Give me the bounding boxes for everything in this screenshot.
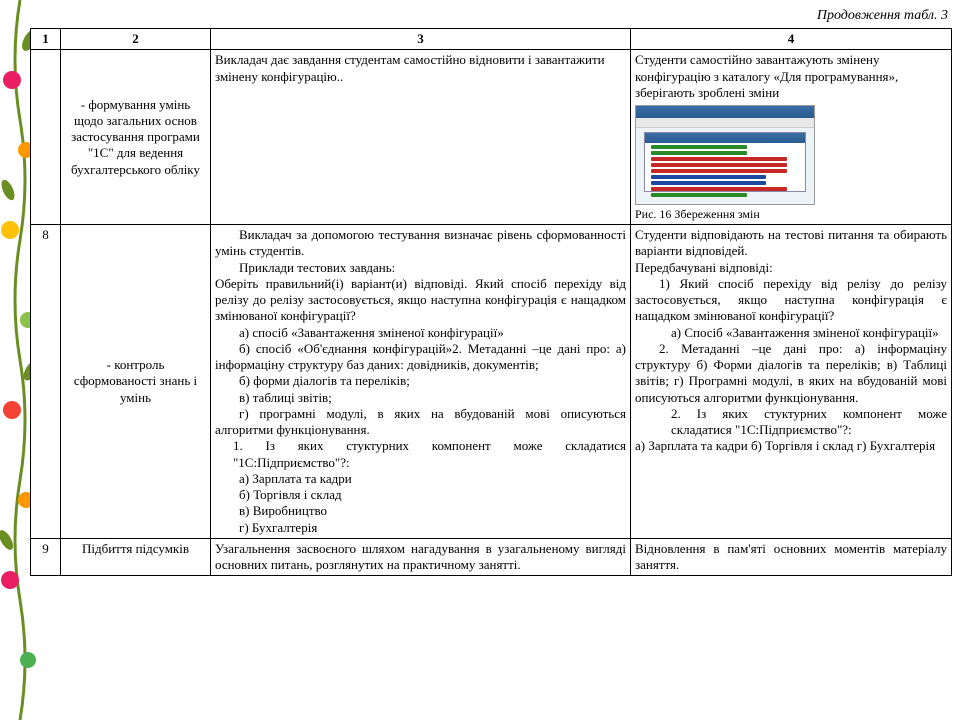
row-8: 8 - контроль сформованості знань і умінь… [31, 225, 952, 539]
row-9: 9 Підбиття підсумків Узагальнення засвоє… [31, 538, 952, 576]
r8c4-p2: Передбачувані відповіді: [635, 260, 947, 276]
r8c3-b4: г) програмні модулі, в яких на вбудовані… [215, 406, 626, 439]
header-4: 4 [631, 29, 952, 50]
cell-4-text: Студенти самостійно завантажують змінену… [635, 52, 947, 101]
row9-col4: Відновлення в пам'яті основних моментів … [631, 538, 952, 576]
r8c3-a: а) спосіб «Завантаження зміненої конфігу… [215, 325, 626, 341]
r8c3-q1c: в) Виробництво [215, 503, 626, 519]
row8-col2: - контроль сформованості знань і умінь [61, 225, 211, 539]
row-continuation: - формування умінь щодо загальних основ … [31, 50, 952, 225]
r8c3-p3: Оберіть правильний(і) варіант(и) відпові… [215, 276, 626, 325]
screenshot-thumbnail [635, 105, 815, 205]
r8c3-p2: Приклади тестових завдань: [215, 260, 626, 276]
r8c3-b2: б) форми діалогів та переліків; [215, 373, 626, 389]
cell-3: Викладач дає завдання студентам самостій… [211, 50, 631, 225]
header-1: 1 [31, 29, 61, 50]
r8c4-q2a: а) Зарплата та кадри б) Торгівля і склад… [635, 438, 947, 454]
row8-num: 8 [31, 225, 61, 539]
table-caption: Продовження табл. 3 [30, 8, 948, 24]
header-row: 1 2 3 4 [31, 29, 952, 50]
r8c3-q1b: б) Торгівля і склад [215, 487, 626, 503]
row9-col2: Підбиття підсумків [61, 538, 211, 576]
r8c3-p1: Викладач за допомогою тестування визнача… [215, 227, 626, 260]
cell-1 [31, 50, 61, 225]
row9-num: 9 [31, 538, 61, 576]
header-3: 3 [211, 29, 631, 50]
r8c4-p1: Студенти відповідають на тестові питання… [635, 227, 947, 260]
r8c4-p4: 2. Метаданні –це дані про: а) інформацін… [635, 341, 947, 406]
page-content: Продовження табл. 3 1 2 3 4 - формування… [30, 8, 952, 576]
figure-caption: Рис. 16 Збереження змін [635, 207, 947, 222]
cell-2: - формування умінь щодо загальних основ … [61, 50, 211, 225]
row9-col3: Узагальнення засвоєного шляхом нагадуван… [211, 538, 631, 576]
r8c4-a: а) Спосіб «Завантаження зміненої конфігу… [635, 325, 947, 341]
r8c3-q1a: а) Зарплата та кадри [215, 471, 626, 487]
r8c4-q2: 2. Із яких стуктурних компонент може скл… [635, 406, 947, 439]
r8c3-q1d: г) Бухгалтерія [215, 520, 626, 536]
header-2: 2 [61, 29, 211, 50]
r8c3-b3: в) таблиці звітів; [215, 390, 626, 406]
r8c4-p3: 1) Який спосіб перехіду від релізу до ре… [635, 276, 947, 325]
r8c3-b: б) спосіб «Об'єднання конфігурацій»2. Ме… [215, 341, 626, 374]
row8-col4: Студенти відповідають на тестові питання… [631, 225, 952, 539]
r8c3-q1: 1. Із яких стуктурних компонент може скл… [215, 438, 626, 471]
main-table: 1 2 3 4 - формування умінь щодо загальни… [30, 28, 952, 576]
cell-4: Студенти самостійно завантажують змінену… [631, 50, 952, 225]
row8-col3: Викладач за допомогою тестування визнача… [211, 225, 631, 539]
